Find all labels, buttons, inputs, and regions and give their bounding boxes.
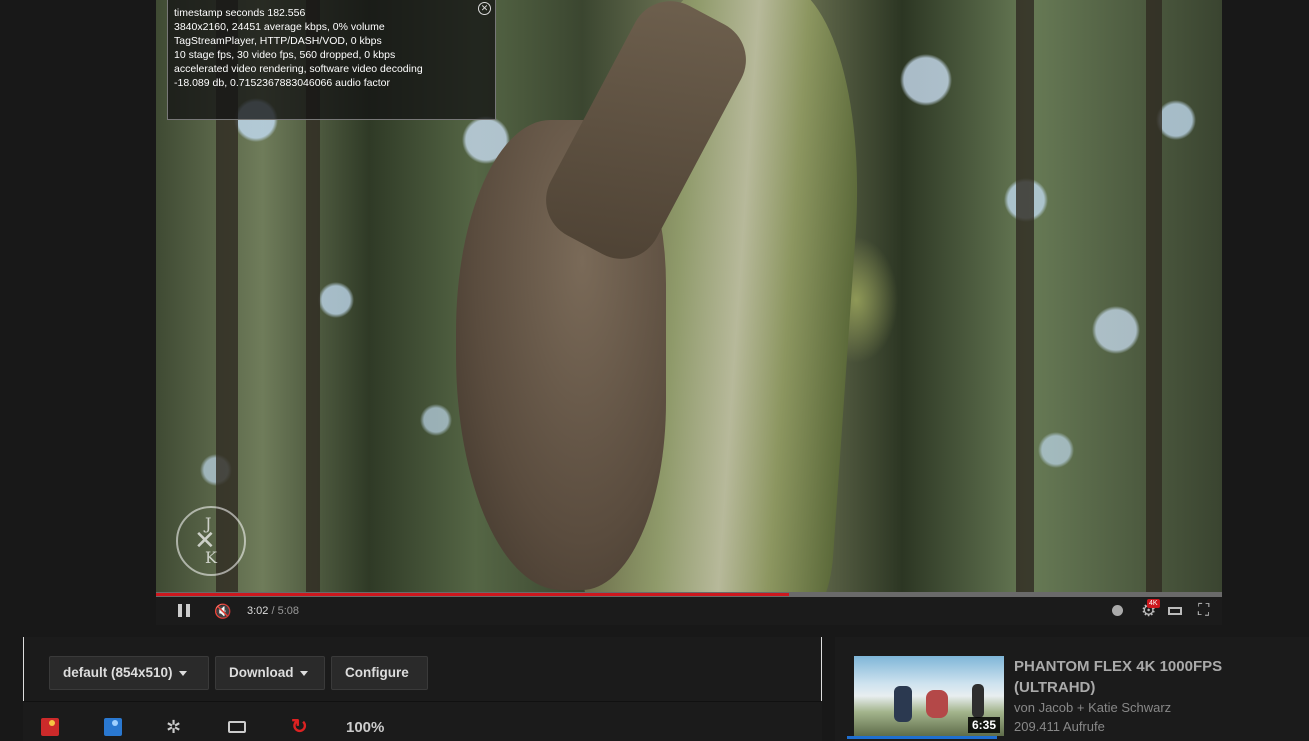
progress-played xyxy=(156,593,790,596)
clock-icon xyxy=(1112,605,1123,616)
configure-button[interactable]: Configure xyxy=(331,656,428,690)
gear-icon[interactable]: ✲ xyxy=(166,718,184,736)
caret-down-icon xyxy=(178,670,187,676)
stats-line: accelerated video rendering, software vi… xyxy=(174,63,423,75)
magic-wand-red-icon[interactable] xyxy=(41,718,59,736)
thumbnail-figure xyxy=(972,684,984,718)
time-separator: / xyxy=(268,605,278,617)
panel-border xyxy=(821,637,822,701)
theater-mode-button[interactable] xyxy=(1168,602,1186,620)
related-video-author[interactable]: von Jacob + Katie Schwarz xyxy=(1014,700,1171,715)
close-icon[interactable]: ✕ xyxy=(478,2,491,15)
stats-line: 10 stage fps, 30 video fps, 560 dropped,… xyxy=(174,49,396,61)
stats-line: -18.089 db, 0.7152367883046066 audio fac… xyxy=(174,77,391,89)
related-video-views: 209.411 Aufrufe xyxy=(1014,719,1105,734)
gear-glyph: ✲ xyxy=(166,717,182,737)
volume-muted-icon: 🔇 xyxy=(214,603,232,619)
time-current: 3:02 xyxy=(247,605,269,617)
extension-toolbar-panel: default (854x510) Download Configure ✲ ↻… xyxy=(23,637,822,741)
screenshot-icon[interactable] xyxy=(228,718,246,736)
bamboo-stalk xyxy=(1016,0,1034,592)
download-label: Download xyxy=(229,665,294,680)
time-total: 5:08 xyxy=(277,605,300,617)
quality-badge: 4K xyxy=(1147,599,1160,608)
related-video-item[interactable]: 6:35 PHANTOM FLEX 4K 1000FPS (ULTRAHD) v… xyxy=(835,637,1309,741)
watched-progress-bar xyxy=(847,736,997,739)
pause-icon xyxy=(186,604,190,617)
replay-glyph: ↻ xyxy=(291,716,308,738)
pause-icon xyxy=(178,604,182,617)
video-thumbnail[interactable]: 6:35 xyxy=(854,656,1004,736)
theater-icon xyxy=(1168,607,1182,615)
download-dropdown[interactable]: Download xyxy=(215,656,325,690)
watermark-letter: K xyxy=(205,548,217,567)
stats-for-nerds-panel: ✕ timestamp seconds 182.556 3840x2160, 2… xyxy=(167,0,496,120)
zoom-level[interactable]: 100% xyxy=(346,719,384,736)
panel-border xyxy=(23,637,24,701)
resolution-dropdown[interactable]: default (854x510) xyxy=(49,656,209,690)
magic-wand-blue-icon[interactable] xyxy=(104,718,122,736)
resolution-label: default (854x510) xyxy=(63,665,173,680)
pause-button[interactable] xyxy=(178,602,192,620)
video-duration: 6:35 xyxy=(967,717,1000,733)
replay-icon[interactable]: ↻ xyxy=(291,716,309,738)
bamboo-stalk xyxy=(1146,0,1162,592)
watch-later-button[interactable] xyxy=(1111,602,1125,620)
stats-line: timestamp seconds 182.556 xyxy=(174,7,306,19)
panel-divider xyxy=(24,701,821,702)
caret-down-icon xyxy=(299,670,308,676)
thumbnail-figure xyxy=(894,686,912,722)
fullscreen-button[interactable]: ⛶ xyxy=(1198,602,1216,620)
image-frame xyxy=(228,721,246,733)
time-display: 3:02 / 5:08 xyxy=(247,605,299,617)
stats-line: 3840x2160, 24451 average kbps, 0% volume xyxy=(174,21,385,33)
mute-button[interactable]: 🔇 xyxy=(214,602,234,620)
channel-watermark-logo[interactable]: J ✕ K xyxy=(176,506,246,576)
configure-label: Configure xyxy=(345,665,409,680)
fullscreen-icon: ⛶ xyxy=(1198,602,1210,619)
player-controls: 🔇 3:02 / 5:08 ⚙ 4K ⛶ xyxy=(156,597,1222,625)
thumbnail-figure xyxy=(926,690,948,718)
related-video-title[interactable]: PHANTOM FLEX 4K 1000FPS (ULTRAHD) xyxy=(1014,656,1294,698)
stats-line: TagStreamPlayer, HTTP/DASH/VOD, 0 kbps xyxy=(174,35,382,47)
